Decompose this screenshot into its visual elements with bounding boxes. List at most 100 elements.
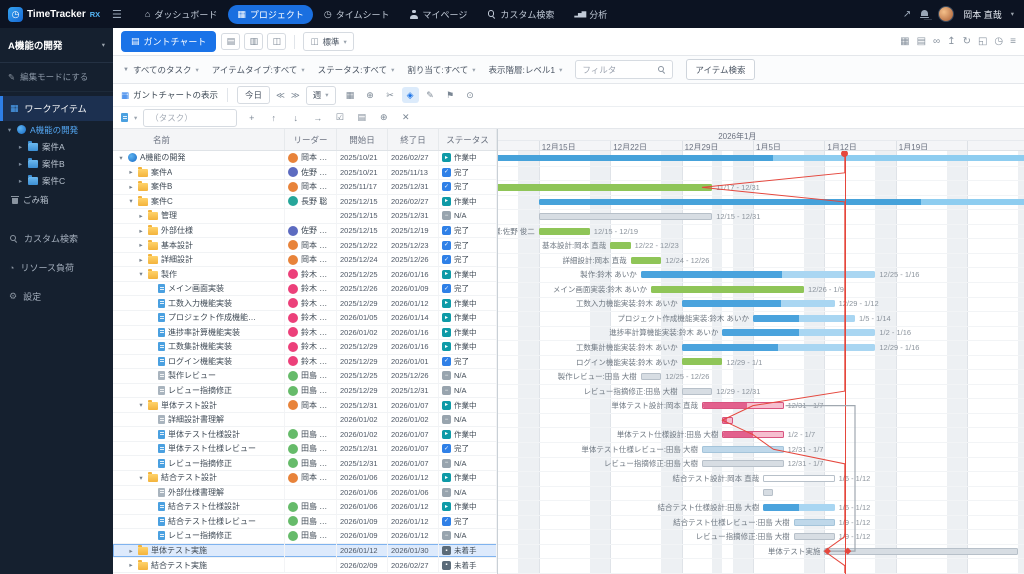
end-date-cell[interactable]: 2025/12/26 [388, 252, 439, 267]
table-row[interactable]: ▸ 案件A 佐野 俊二 2025/10/21 2025/11/13 ✓ 完了 [113, 165, 497, 181]
status-cell[interactable]: ▸ 作業中 [439, 267, 497, 281]
end-date-cell[interactable]: 2026/01/07 [388, 398, 439, 412]
table-row[interactable]: ログイン機能実装 鈴木 あ… 2025/12/29 2026/01/01 ✓ 完了 [113, 354, 497, 370]
today-button[interactable]: 今日 [236, 86, 270, 104]
collapse-icon[interactable]: ▾ [137, 401, 145, 409]
end-date-cell[interactable]: 2025/12/26 [388, 369, 439, 383]
end-date-cell[interactable]: 2026/01/07 [388, 456, 439, 471]
end-date-cell[interactable]: 2026/02/27 [388, 558, 439, 572]
pen-icon[interactable]: ✎ [422, 87, 439, 103]
expand-icon[interactable]: ▸ [17, 143, 24, 151]
end-date-cell[interactable]: 2025/12/19 [388, 223, 439, 238]
status-cell[interactable]: ✓ 完了 [439, 281, 497, 296]
table-row[interactable]: ▸ 基本設計 岡本 直哉 2025/12/22 2025/12/23 ✓ 完了 [113, 238, 497, 253]
table-row[interactable]: レビュー指摘修正 田島 大樹 2025/12/31 2026/01/07− N/A [113, 456, 497, 472]
gantt-bar[interactable] [722, 431, 784, 439]
end-date-cell[interactable]: 2026/01/12 [388, 514, 439, 529]
end-date-cell[interactable]: 2026/01/12 [388, 500, 439, 514]
expand-icon[interactable]: ▸ [127, 561, 135, 569]
table-row[interactable]: ▸ 管理 2025/12/15 2025/12/31− N/A [113, 209, 497, 224]
filter-chip[interactable]: ▼ すべてのタスク ▾ [123, 64, 199, 76]
expand-icon[interactable]: ▸ [127, 183, 135, 191]
expand-icon[interactable]: ▸ [137, 256, 145, 264]
sidebar-tree-item[interactable]: ▸ 案件B [0, 155, 113, 172]
end-date-cell[interactable]: 2025/12/23 [388, 238, 439, 252]
status-cell[interactable]: ▸ 作業中 [439, 311, 497, 325]
column-header[interactable]: 名前 [113, 129, 285, 150]
edit-mode-button[interactable]: ✎ 編集モードにする [0, 63, 113, 92]
end-date-cell[interactable]: 2026/01/09 [388, 281, 439, 296]
status-cell[interactable]: ▪ 未着手 [439, 543, 497, 558]
gantt-bar[interactable] [702, 445, 784, 453]
gantt-bar[interactable] [763, 474, 835, 482]
sidebar-item[interactable]: カスタム検索 [0, 224, 113, 253]
start-date-cell[interactable]: 2026/01/09 [337, 514, 388, 529]
indent-icon[interactable]: → [309, 110, 326, 125]
filter-chip[interactable]: ステータス:すべて ▾ [318, 64, 395, 76]
table-row[interactable]: ▾ A機能の開発 岡本 直哉 2025/10/21 2026/02/27 ▸ 作業中 [113, 151, 497, 166]
status-cell[interactable]: ✓ 完了 [439, 514, 497, 529]
gantt-bar[interactable] [824, 547, 1019, 555]
collapse-icon[interactable]: ▾ [6, 126, 13, 134]
expand-icon[interactable]: ▸ [137, 212, 145, 220]
start-date-cell[interactable]: 2025/12/31 [337, 398, 388, 412]
zoom-icon[interactable]: ⊕ [375, 110, 392, 125]
table-row[interactable]: 単体テスト仕様設計 田島 大樹 2026/01/02 2026/01/07 ▸ 作業中 [113, 427, 497, 442]
table-row[interactable]: 製作レビュー 田島 大樹 2025/12/25 2025/12/26− N/A [113, 369, 497, 384]
end-date-cell[interactable]: 2026/01/02 [388, 412, 439, 427]
scroll-left-icon[interactable]: ≪ [276, 90, 285, 101]
status-cell[interactable]: ✓ 完了 [439, 252, 497, 267]
status-cell[interactable]: ▸ 作業中 [439, 296, 497, 311]
start-date-cell[interactable]: 2025/12/25 [337, 369, 388, 383]
table-row[interactable]: 工数入力機能実装 鈴木 あ… 2025/12/29 2026/01/12 ▸ 作業中 [113, 296, 497, 312]
table-row[interactable]: メイン画面実装 鈴木 あ… 2025/12/26 2026/01/09 ✓ 完了 [113, 281, 497, 297]
expand-icon[interactable]: ▸ [127, 547, 135, 555]
start-date-cell[interactable]: 2025/12/22 [337, 238, 388, 252]
gantt-bar[interactable] [610, 242, 631, 250]
end-date-cell[interactable]: 2026/01/12 [388, 471, 439, 485]
table-row[interactable]: ▾ 単体テスト設計 岡本 直哉 2025/12/31 2026/01/07 ▸ 作業中 [113, 398, 497, 413]
plus-icon[interactable]: + [243, 110, 260, 125]
end-date-cell[interactable]: 2025/12/31 [388, 180, 439, 194]
columns-view-button[interactable]: ◫ [267, 33, 287, 50]
status-cell[interactable]: ▸ 作業中 [439, 151, 497, 165]
table-row[interactable]: ▸ 単体テスト実施 2026/01/12 2026/01/30 ▪ 未着手 [113, 543, 497, 559]
new-task-input[interactable]: （タスク） [143, 108, 238, 127]
gantt-bar[interactable] [793, 533, 835, 541]
sidebar-item-workitem[interactable]: ▦ ワークアイテム [0, 96, 113, 121]
sidebar-project-selector[interactable]: A機能の開発 ▾ [0, 28, 113, 63]
status-cell[interactable]: − N/A [439, 485, 497, 500]
status-cell[interactable]: ▸ 作業中 [439, 427, 497, 441]
table-row[interactable]: プロジェクト作成機能… 鈴木 あ… 2026/01/05 2026/01/14 ▸ 作業中 [113, 311, 497, 326]
gantt-view-button[interactable]: ▤ ガントチャート [121, 31, 217, 52]
collapse-icon[interactable]: ▾ [137, 270, 145, 278]
status-cell[interactable]: ✓ 完了 [439, 165, 497, 180]
gantt-bar[interactable] [793, 518, 835, 526]
end-date-cell[interactable]: 2026/02/27 [388, 151, 439, 165]
status-cell[interactable]: ✓ 完了 [439, 223, 497, 238]
start-date-cell[interactable]: 2026/01/06 [337, 500, 388, 514]
table-row[interactable]: ▾ 案件C 長野 聡 2025/12/15 2026/02/27 ▸ 作業中 [113, 194, 497, 210]
table-row[interactable]: ▾ 結合テスト設計 岡本 直哉 2026/01/06 2026/01/12 ▸ 作業中 [113, 471, 497, 486]
hamburger-menu-icon[interactable]: ☰ [112, 8, 122, 21]
expand-icon[interactable]: ▸ [17, 160, 24, 168]
start-date-cell[interactable]: 2025/12/29 [337, 354, 388, 369]
filter-input[interactable]: フィルタ [575, 60, 674, 79]
table-row[interactable]: 結合テスト仕様設計 田島 大樹 2026/01/06 2026/01/12 ▸ 作業中 [113, 500, 497, 515]
start-date-cell[interactable]: 2025/12/26 [337, 281, 388, 296]
end-date-cell[interactable]: 2026/01/12 [388, 529, 439, 543]
gantt-bar[interactable] [722, 329, 876, 337]
zoom-dropdown[interactable]: 週 ▾ [305, 85, 336, 105]
refresh-icon[interactable]: ↻ [963, 36, 971, 47]
diamond-icon[interactable]: ◈ [401, 87, 419, 103]
end-date-cell[interactable]: 2026/01/30 [388, 543, 439, 558]
status-cell[interactable]: ▸ 作業中 [439, 398, 497, 412]
flag-icon[interactable]: ⚑ [442, 87, 459, 103]
list-view-button[interactable]: ▤ [221, 33, 241, 50]
gantt-bar[interactable] [498, 155, 1024, 162]
table-row[interactable]: レビュー指摘修正 田島 大樹 2025/12/29 2025/12/31− N/A [113, 383, 497, 399]
start-date-cell[interactable]: 2025/12/31 [337, 441, 388, 456]
end-date-cell[interactable]: 2026/01/07 [388, 427, 439, 441]
gantt-bar[interactable] [651, 285, 804, 293]
start-date-cell[interactable]: 2026/01/09 [337, 529, 388, 543]
